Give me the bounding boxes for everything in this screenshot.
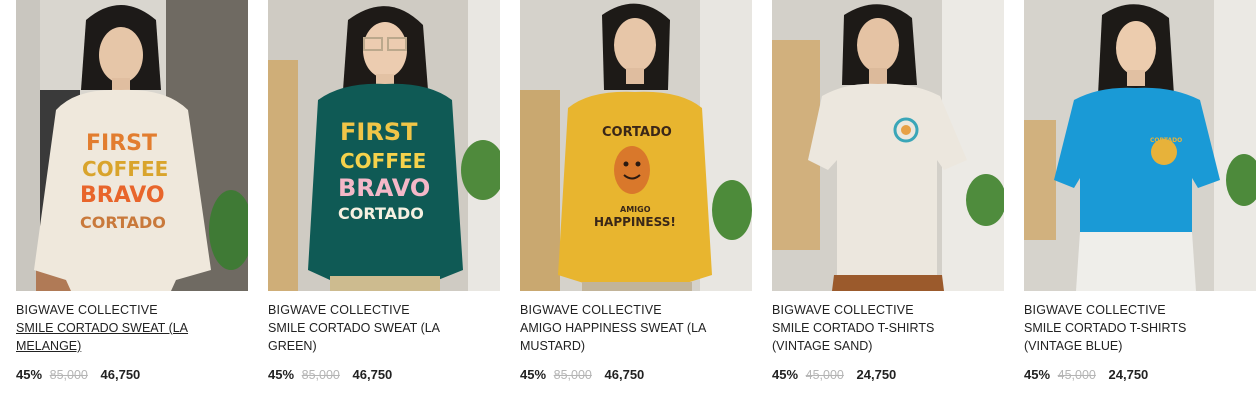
sale-price: 24,750 — [1108, 367, 1149, 382]
svg-text:CORTADO: CORTADO — [338, 204, 424, 223]
original-price: 45,000 — [1057, 368, 1096, 382]
original-price: 85,000 — [553, 368, 592, 382]
brand-name[interactable]: BIGWAVE COLLECTIVE — [520, 301, 752, 319]
svg-text:HAPPINESS!: HAPPINESS! — [594, 215, 676, 229]
product-photo: CORTADO — [1024, 0, 1256, 291]
product-name[interactable]: SMILE CORTADO T-SHIRTS (VINTAGE SAND) — [772, 319, 962, 355]
product-card[interactable]: BIGWAVE COLLECTIVE SMILE CORTADO T-SHIRT… — [772, 0, 1004, 411]
product-name[interactable]: AMIGO HAPPINESS SWEAT (LA MUSTARD) — [520, 319, 710, 355]
product-image[interactable]: FIRST COFFEE BRAVO CORTADO — [16, 0, 248, 291]
price-row: 45% 85,000 46,750 — [16, 365, 140, 385]
product-name[interactable]: SMILE CORTADO T-SHIRTS (VINTAGE BLUE) — [1024, 319, 1214, 355]
discount-rate: 45% — [268, 367, 295, 382]
sale-price: 46,750 — [352, 367, 393, 382]
svg-text:BRAVO: BRAVO — [338, 174, 430, 202]
price-row: 45% 85,000 46,750 — [268, 365, 392, 385]
brand-name[interactable]: BIGWAVE COLLECTIVE — [772, 301, 1004, 319]
price-row: 45% 45,000 24,750 — [1024, 365, 1148, 385]
product-card[interactable]: FIRST COFFEE BRAVO CORTADO BIGWAVE COLLE… — [16, 0, 248, 411]
product-card[interactable]: CORTADO BIGWAVE COLLECTIVE SMILE CORTADO… — [1024, 0, 1256, 411]
product-image[interactable] — [772, 0, 1004, 291]
price-row: 45% 45,000 24,750 — [772, 365, 896, 385]
svg-text:FIRST: FIRST — [340, 118, 418, 146]
product-image[interactable]: CORTADO — [1024, 0, 1256, 291]
sale-price: 46,750 — [100, 367, 141, 382]
svg-text:COFFEE: COFFEE — [340, 149, 426, 173]
product-photo: CORTADO AMIGO HAPPINESS! — [520, 0, 752, 291]
svg-text:AMIGO: AMIGO — [620, 205, 651, 214]
svg-text:FIRST: FIRST — [86, 131, 157, 156]
product-card[interactable]: FIRST COFFEE BRAVO CORTADO BIGWAVE COLLE… — [268, 0, 500, 411]
svg-text:CORTADO: CORTADO — [1150, 137, 1182, 144]
brand-name[interactable]: BIGWAVE COLLECTIVE — [268, 301, 500, 319]
product-photo: FIRST COFFEE BRAVO CORTADO — [268, 0, 500, 291]
product-grid: FIRST COFFEE BRAVO CORTADO BIGWAVE COLLE… — [0, 0, 1259, 411]
product-photo: FIRST COFFEE BRAVO CORTADO — [16, 0, 248, 291]
discount-rate: 45% — [520, 367, 547, 382]
discount-rate: 45% — [1024, 367, 1051, 382]
original-price: 45,000 — [805, 368, 844, 382]
price-row: 45% 85,000 46,750 — [520, 365, 644, 385]
sale-price: 46,750 — [604, 367, 645, 382]
product-image[interactable]: FIRST COFFEE BRAVO CORTADO — [268, 0, 500, 291]
product-photo — [772, 0, 1004, 291]
product-image[interactable]: CORTADO AMIGO HAPPINESS! — [520, 0, 752, 291]
svg-text:COFFEE: COFFEE — [82, 157, 168, 181]
brand-name[interactable]: BIGWAVE COLLECTIVE — [16, 301, 248, 319]
original-price: 85,000 — [49, 368, 88, 382]
discount-rate: 45% — [772, 367, 799, 382]
svg-text:BRAVO: BRAVO — [80, 183, 165, 208]
product-card[interactable]: CORTADO AMIGO HAPPINESS! BIGWAVE COLLECT… — [520, 0, 752, 411]
product-name[interactable]: SMILE CORTADO SWEAT (LA GREEN) — [268, 319, 458, 355]
discount-rate: 45% — [16, 367, 43, 382]
svg-text:CORTADO: CORTADO — [602, 125, 672, 140]
svg-text:CORTADO: CORTADO — [80, 213, 166, 232]
original-price: 85,000 — [301, 368, 340, 382]
sale-price: 24,750 — [856, 367, 897, 382]
brand-name[interactable]: BIGWAVE COLLECTIVE — [1024, 301, 1256, 319]
product-name[interactable]: SMILE CORTADO SWEAT (LA MELANGE) — [16, 319, 206, 355]
